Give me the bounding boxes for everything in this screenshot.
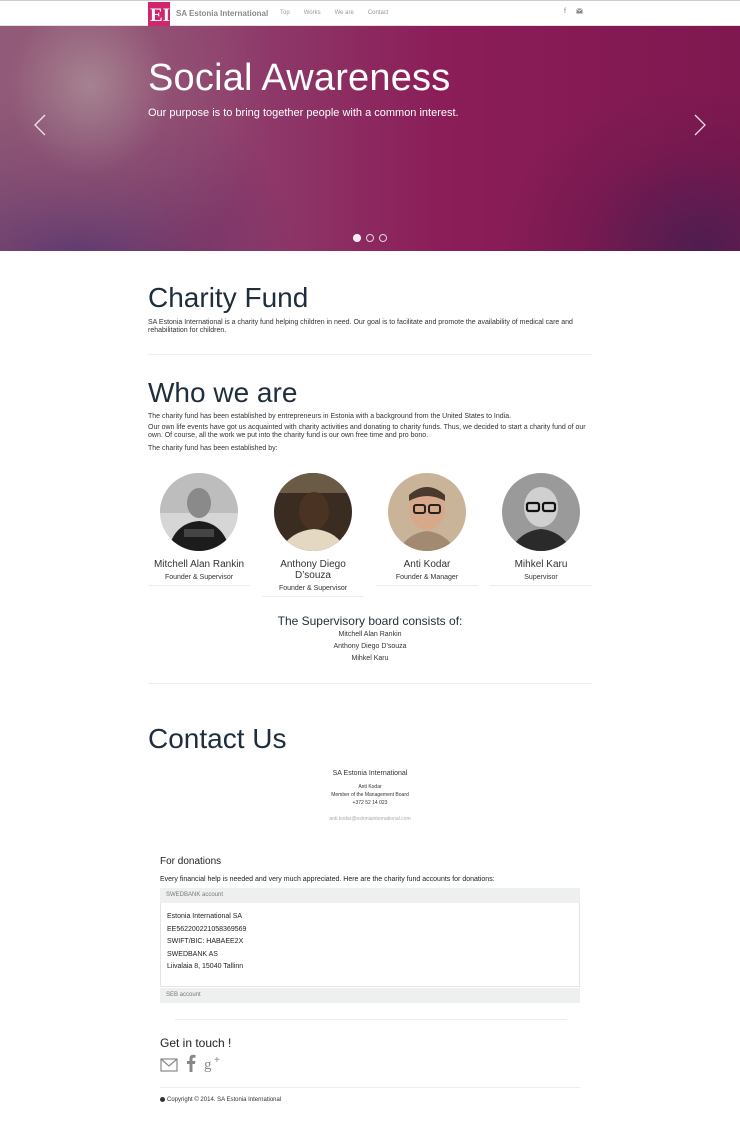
person-card: Anthony Diego D’souza Founder & Supervis… [262, 473, 364, 597]
account-line: Estonia International SA [167, 913, 243, 920]
account-line: EE562200221058369569 [167, 925, 247, 933]
divider [376, 585, 478, 586]
seb-panel-header[interactable]: SEB account [160, 988, 580, 1003]
nav-links: Top Works We are Contact [280, 10, 403, 16]
email-icon[interactable] [160, 1058, 178, 1072]
person-name: Mitchell Alan Rankin [153, 559, 245, 570]
divider [148, 354, 592, 355]
contact-phone: +372 52 14 023 [352, 800, 388, 806]
nav-social-icons: f [564, 8, 583, 16]
person-name: Anthony Diego D’souza [280, 559, 346, 581]
account-line: SWEDBANK AS [167, 950, 218, 958]
avatar-photo [160, 473, 238, 551]
facebook-icon[interactable]: f [564, 8, 566, 16]
charity-fund-title: Charity Fund [148, 282, 309, 313]
get-in-touch-title: Get in touch ! [160, 1036, 232, 1050]
board-member: Mihkel Karu [351, 655, 389, 662]
nav-link-works[interactable]: Works [304, 10, 321, 16]
navbar: EI SA Estonia International Top Works We… [0, 0, 740, 28]
swedbank-panel-header[interactable]: SWEDBANK account [160, 888, 580, 903]
hero-title: Social Awareness [148, 57, 451, 99]
carousel-dot-1[interactable] [353, 234, 361, 242]
svg-text:g: g [204, 1057, 212, 1072]
person-name: Anti Kodar [403, 559, 451, 570]
nav-link-we-are[interactable]: We are [335, 10, 354, 16]
divider [490, 585, 592, 586]
person-name: Mihkel Karu [514, 559, 568, 570]
footer: Copyright © 2014. SA Estonia Internation… [160, 1097, 281, 1103]
person-role: Founder & Supervisor [278, 585, 348, 592]
hero-subtitle: Our purpose is to bring together people … [148, 107, 459, 119]
swedbank-panel-body: Estonia International SA EE5622002210583… [160, 903, 580, 987]
svg-text:+: + [214, 1055, 220, 1066]
contact-email-link[interactable]: anti.kodar@estoniainternational.com [148, 816, 592, 822]
donations-text: Every financial help is needed and very … [160, 876, 495, 883]
who-we-are-para-3: The charity fund has been established by… [148, 445, 278, 452]
contact-position: Member of the Management Board [331, 792, 409, 798]
contact-us-title: Contact Us [148, 723, 287, 754]
carousel-dot-3[interactable] [379, 234, 387, 242]
person-role: Founder & Manager [395, 574, 459, 581]
divider [262, 596, 364, 597]
board-member: Anthony Diego D’souza [333, 643, 407, 650]
divider [148, 585, 250, 586]
brand-logo[interactable]: EI [148, 2, 171, 28]
charity-fund-text: SA Estonia International is a charity fu… [148, 319, 573, 334]
copyright-text: Copyright © 2014. SA Estonia Internation… [167, 1097, 282, 1104]
who-we-are-title: Who we are [148, 377, 298, 408]
carousel-dot-2[interactable] [366, 234, 374, 242]
account-line: SWIFT/BIC: HABAEE2X [167, 938, 244, 945]
copyright-icon [160, 1097, 165, 1102]
facebook-icon[interactable] [186, 1054, 196, 1072]
person-card: Mitchell Alan Rankin Founder & Superviso… [148, 473, 250, 586]
person-role: Founder & Supervisor [164, 574, 234, 581]
carousel-indicators [353, 234, 387, 242]
hero-carousel: Social Awareness Our purpose is to bring… [0, 26, 740, 251]
divider [148, 683, 592, 684]
nav-link-contact[interactable]: Contact [368, 10, 389, 16]
avatar-photo [274, 473, 352, 551]
avatar-photo [388, 473, 466, 551]
person-role: Supervisor [524, 574, 558, 581]
brand-logo-text: EI [150, 4, 171, 28]
divider [175, 1019, 567, 1020]
board-member: Mitchell Alan Rankin [338, 631, 402, 638]
google-plus-icon[interactable]: g + [204, 1054, 224, 1072]
who-we-are-para-2: Our own life events have got us acquaint… [148, 424, 586, 439]
brand-name[interactable]: SA Estonia International [176, 9, 268, 18]
supervisory-board-title: The Supervisory board consists of: [277, 614, 463, 628]
email-icon[interactable] [576, 8, 583, 16]
touch-social-icons: g + [160, 1054, 224, 1072]
who-we-are-para-1: The charity fund has been established by… [148, 413, 512, 420]
contact-org: SA Estonia International [332, 770, 408, 777]
person-card: Anti Kodar Founder & Manager [376, 473, 478, 586]
contact-person: Anti Kodar [358, 784, 382, 790]
account-line: Liivalaia 8, 15040 Tallinn [167, 963, 244, 970]
nav-link-top[interactable]: Top [280, 10, 290, 16]
donations-title: For donations [160, 856, 222, 867]
avatar-photo [502, 473, 580, 551]
carousel-prev-arrow-icon[interactable] [33, 114, 47, 136]
carousel-next-arrow-icon[interactable] [693, 114, 707, 136]
divider [160, 1087, 580, 1088]
person-card: Mihkel Karu Supervisor [490, 473, 592, 586]
